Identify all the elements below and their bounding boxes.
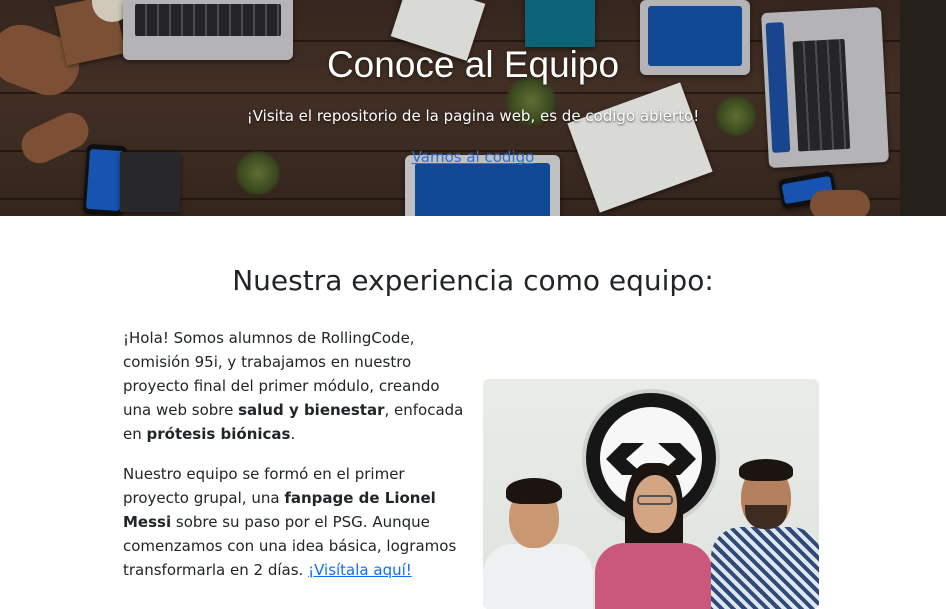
- bold-text: prótesis biónicas: [146, 425, 291, 443]
- section-title: Nuestra experiencia como equipo:: [232, 264, 714, 297]
- hero-banner: Conoce al Equipo ¡Visita el repositorio …: [0, 0, 946, 216]
- experience-text: ¡Hola! Somos alumnos de RollingCode, com…: [123, 326, 468, 598]
- bold-text: salud y bienestar: [238, 401, 385, 419]
- hero-title: Conoce al Equipo: [326, 44, 620, 85]
- intro-paragraph: ¡Hola! Somos alumnos de RollingCode, com…: [123, 326, 468, 446]
- team-member-photo: [483, 474, 593, 609]
- paragraph-text: .: [290, 425, 296, 443]
- team-photo: [483, 379, 819, 609]
- fanpage-link[interactable]: ¡Visítala aquí!: [308, 561, 412, 579]
- repo-link[interactable]: Vamos al codigo: [0, 148, 946, 166]
- team-paragraph: Nuestro equipo se formó en el primer pro…: [123, 462, 468, 582]
- hero-subtitle: ¡Visita el repositorio de la pagina web,…: [246, 107, 700, 125]
- team-member-photo: [711, 457, 819, 609]
